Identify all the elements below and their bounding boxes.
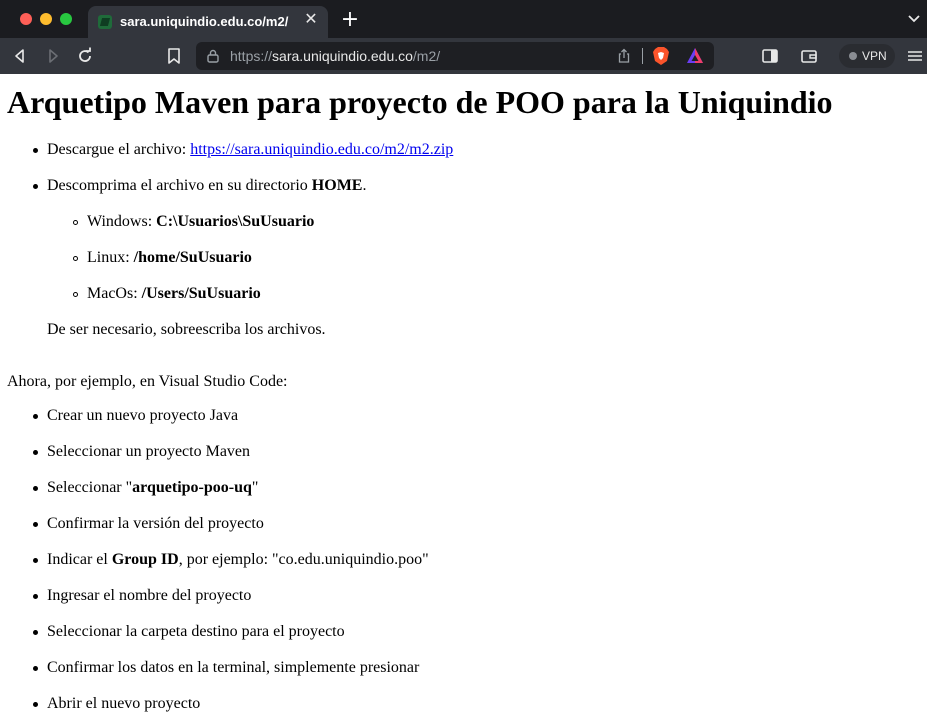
list-item-step: Seleccionar la carpeta destino para el p… bbox=[47, 623, 345, 640]
list-item-step: Ingresar el nombre del proyecto bbox=[47, 587, 252, 604]
step-text: Indicar el bbox=[47, 551, 112, 568]
tab-close-icon[interactable]: ✕ bbox=[302, 11, 320, 29]
bullet bbox=[33, 184, 38, 189]
brave-rewards-icon[interactable] bbox=[686, 47, 704, 65]
step-text: " bbox=[251, 479, 259, 496]
bullet bbox=[33, 486, 38, 491]
maximize-window-button[interactable] bbox=[60, 13, 72, 25]
vpn-status-icon bbox=[849, 52, 857, 60]
url-scheme: https:// bbox=[230, 48, 273, 64]
archetype-name-bold: arquetipo-poo-uq bbox=[132, 479, 252, 496]
list-item-os-linux: Linux: /home/SuUsuario bbox=[87, 249, 252, 267]
unzip-text: Descomprima el archivo en su directorio bbox=[47, 177, 312, 194]
os-label: MacOs: bbox=[87, 285, 142, 302]
url-path: /m2/ bbox=[412, 48, 441, 64]
list-item-step: Seleccionar un proyecto Maven bbox=[47, 443, 251, 460]
navigation-toolbar: https://sara.uniquindio.edu.co/m2/ bbox=[0, 38, 927, 74]
active-tab[interactable]: sara.uniquindio.edu.co/m2/ ✕ bbox=[88, 6, 328, 38]
address-bar[interactable]: https://sara.uniquindio.edu.co/m2/ bbox=[196, 42, 714, 70]
overwrite-note: De ser necesario, sobreescriba los archi… bbox=[47, 321, 326, 338]
new-tab-button[interactable]: + bbox=[340, 9, 360, 31]
bullet bbox=[33, 558, 38, 563]
bullet bbox=[33, 522, 38, 527]
list-item-unzip: Descomprima el archivo en su directorio … bbox=[47, 177, 366, 195]
list-item-download: Descargue el archivo: https://sara.uniqu… bbox=[47, 141, 453, 159]
minimize-window-button[interactable] bbox=[40, 13, 52, 25]
download-link[interactable]: https://sara.uniquindio.edu.co/m2/m2.zip bbox=[190, 141, 453, 158]
os-path: C:\Usuarios\SuUsuario bbox=[156, 213, 315, 230]
step-text: Seleccionar " bbox=[47, 479, 133, 496]
group-id-bold: Group ID bbox=[111, 551, 179, 568]
bullet bbox=[33, 666, 38, 671]
bullet bbox=[73, 292, 78, 297]
list-item-os-macos: MacOs: /Users/SuUsuario bbox=[87, 285, 261, 303]
chevron-down-icon[interactable] bbox=[907, 12, 921, 26]
divider bbox=[642, 48, 643, 64]
close-window-button[interactable] bbox=[20, 13, 32, 25]
reload-icon[interactable] bbox=[75, 46, 95, 66]
bookmark-icon[interactable] bbox=[164, 46, 184, 66]
list-item-step: Confirmar la versión del proyecto bbox=[47, 515, 264, 532]
tab-bar: sara.uniquindio.edu.co/m2/ ✕ + bbox=[0, 0, 927, 38]
site-favicon-icon bbox=[98, 15, 112, 29]
os-label: Linux: bbox=[87, 249, 134, 266]
url-host: sara.uniquindio.edu.co bbox=[272, 48, 413, 64]
vscode-intro: Ahora, por ejemplo, en Visual Studio Cod… bbox=[7, 373, 288, 390]
list-item-step: Seleccionar "arquetipo-poo-uq" bbox=[47, 479, 258, 497]
vpn-button[interactable]: VPN bbox=[839, 44, 895, 68]
bullet bbox=[33, 702, 38, 707]
bullet bbox=[73, 220, 78, 225]
menu-icon[interactable] bbox=[905, 46, 925, 66]
url-text[interactable]: https://sara.uniquindio.edu.co/m2/ bbox=[230, 48, 440, 64]
step-text: , por ejemplo: "co.edu.uniquindio.poo" bbox=[178, 551, 429, 568]
share-icon[interactable] bbox=[616, 48, 632, 64]
sidebar-icon[interactable] bbox=[760, 46, 780, 66]
bullet bbox=[33, 594, 38, 599]
bullet bbox=[73, 256, 78, 261]
list-item-step: Crear un nuevo proyecto Java bbox=[47, 407, 239, 424]
download-text: Descargue el archivo: bbox=[47, 141, 191, 158]
vpn-label: VPN bbox=[862, 49, 887, 63]
lock-icon bbox=[207, 49, 219, 63]
bullet bbox=[33, 630, 38, 635]
unzip-suffix: . bbox=[362, 177, 367, 194]
bullet bbox=[33, 450, 38, 455]
os-path: /Users/SuUsuario bbox=[141, 285, 261, 302]
list-item-step: Abrir el nuevo proyecto bbox=[47, 695, 201, 712]
wallet-icon[interactable] bbox=[799, 46, 819, 66]
list-item-step: Confirmar los datos en la terminal, simp… bbox=[47, 659, 420, 676]
page-content: Arquetipo Maven para proyecto de POO par… bbox=[0, 74, 927, 723]
forward-icon[interactable] bbox=[43, 46, 63, 66]
bullet bbox=[33, 414, 38, 419]
os-label: Windows: bbox=[87, 213, 157, 230]
back-icon[interactable] bbox=[10, 46, 30, 66]
brave-shields-icon[interactable] bbox=[652, 46, 670, 66]
tab-title: sara.uniquindio.edu.co/m2/ bbox=[120, 14, 289, 29]
os-path: /home/SuUsuario bbox=[133, 249, 252, 266]
home-dir-bold: HOME bbox=[311, 177, 363, 194]
list-item-step: Indicar el Group ID, por ejemplo: "co.ed… bbox=[47, 551, 429, 569]
list-item-os-windows: Windows: C:\Usuarios\SuUsuario bbox=[87, 213, 314, 231]
bullet bbox=[33, 148, 38, 153]
page-title: Arquetipo Maven para proyecto de POO par… bbox=[7, 84, 833, 120]
